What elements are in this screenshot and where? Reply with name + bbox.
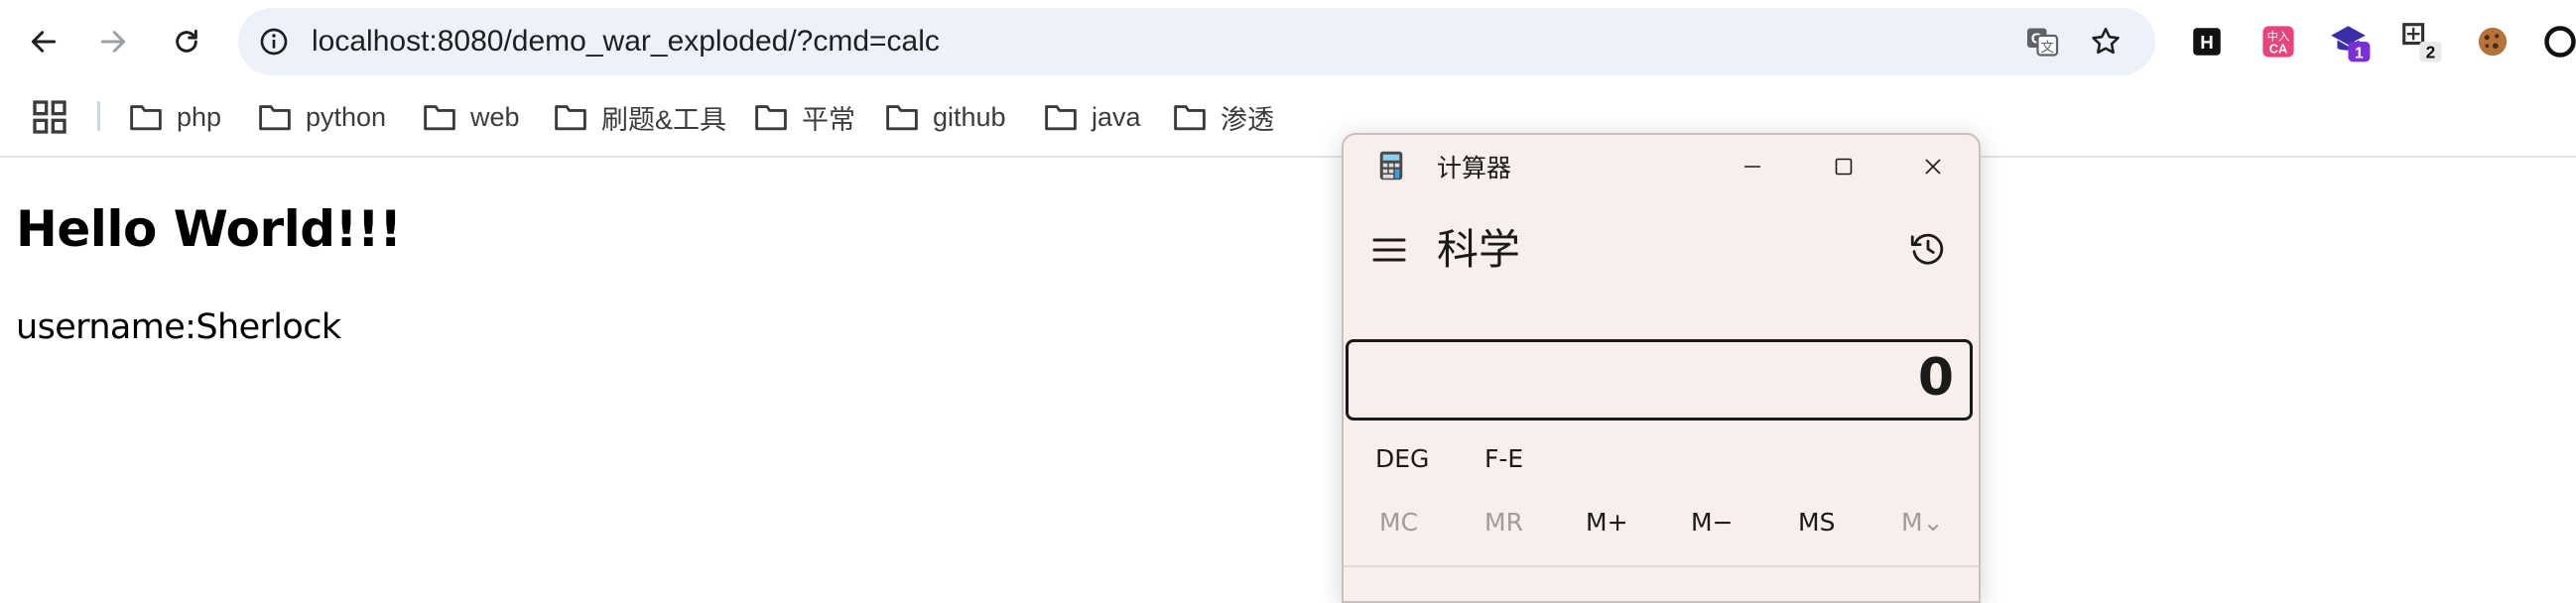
deg-button[interactable]: DEG	[1375, 434, 1429, 484]
apps-grid-icon[interactable]	[30, 97, 69, 137]
forward-button[interactable]	[85, 14, 141, 69]
site-info-icon[interactable]	[252, 20, 296, 63]
forward-arrow-icon	[100, 31, 126, 53]
folder-icon	[130, 105, 162, 131]
browser-toolbar: localhost:8080/demo_war_exploded/?cmd=ca…	[0, 0, 2576, 83]
puzzle-icon[interactable]: 2	[2397, 18, 2445, 65]
h-icon[interactable]: H	[2183, 18, 2231, 65]
url-text[interactable]: localhost:8080/demo_war_exploded/?cmd=ca…	[312, 8, 940, 75]
bookmark-label: 渗透	[1221, 104, 1274, 135]
bookmark-label: 平常	[802, 104, 855, 135]
bookmark-label: python	[306, 101, 387, 132]
translate-ca-icon[interactable]: 中入 CA	[2254, 18, 2302, 65]
reload-button[interactable]	[159, 14, 214, 69]
close-button[interactable]	[1887, 135, 1979, 198]
fe-button[interactable]: F-E	[1484, 434, 1523, 484]
memory-store-button[interactable]: MS	[1798, 498, 1835, 547]
bookmark-folder-web[interactable]: web	[423, 89, 520, 145]
calculator-display: 0	[1346, 339, 1973, 421]
bookmark-label: java	[1092, 101, 1141, 132]
calculator-title: 计算器	[1437, 154, 1512, 182]
svg-text:2: 2	[2426, 43, 2436, 62]
calculator-window[interactable]: 计算器 科学 0 DEG F-E MC MR M+ M− MS M⌄	[1342, 133, 1981, 603]
maximize-icon	[1835, 158, 1853, 176]
folder-icon	[259, 105, 291, 131]
profile-avatar-icon[interactable]	[2536, 18, 2576, 65]
bookmark-label: web	[470, 101, 520, 132]
hamburger-menu-icon[interactable]	[1369, 230, 1409, 270]
address-bar[interactable]: localhost:8080/demo_war_exploded/?cmd=ca…	[238, 8, 2155, 75]
toolbar-divider	[0, 156, 2576, 158]
memory-add-button[interactable]: M+	[1586, 498, 1628, 547]
bookmarks-separator	[97, 101, 100, 131]
folder-icon	[1045, 105, 1077, 131]
back-arrow-icon	[31, 31, 57, 53]
bookmark-label: github	[933, 101, 1006, 132]
close-icon	[1925, 159, 1941, 175]
bookmark-folder-daily[interactable]: 平常	[754, 89, 855, 145]
memory-subtract-button[interactable]: M−	[1691, 498, 1734, 547]
minimize-button[interactable]	[1707, 135, 1798, 198]
translate-icon[interactable]: G文	[2020, 20, 2064, 63]
username-text: username:Sherlock	[16, 307, 341, 347]
svg-text:1: 1	[2355, 46, 2364, 62]
folder-icon	[886, 105, 918, 131]
svg-text:CA: CA	[2269, 41, 2287, 56]
svg-text:文: 文	[2041, 40, 2055, 56]
folder-icon	[1174, 105, 1206, 131]
reload-icon	[176, 29, 197, 53]
display-value: 0	[1917, 348, 1954, 408]
graduation-cap-icon[interactable]: 1	[2326, 18, 2374, 65]
bookmark-folder-python[interactable]: python	[258, 89, 386, 145]
folder-icon	[424, 105, 455, 131]
bookmark-folder-php[interactable]: php	[129, 89, 221, 145]
bookmark-label: php	[177, 101, 222, 132]
bookmark-star-icon[interactable]	[2084, 20, 2127, 63]
memory-clear-button[interactable]: MC	[1379, 498, 1418, 547]
page-heading: Hello World!!!	[16, 200, 402, 258]
angle-row: DEG F-E	[1344, 434, 1979, 484]
calculator-titlebar[interactable]: 计算器	[1344, 135, 1979, 198]
calculator-divider	[1344, 565, 1979, 567]
cookie-icon[interactable]	[2469, 18, 2516, 65]
bookmark-folder-java[interactable]: java	[1044, 89, 1141, 145]
calculator-app-icon	[1379, 151, 1403, 181]
bookmark-folder-tools[interactable]: 刷题&工具	[554, 89, 726, 145]
maximize-button[interactable]	[1798, 135, 1889, 198]
memory-row: MC MR M+ M− MS M⌄	[1344, 498, 1979, 547]
memory-list-button[interactable]: M⌄	[1901, 498, 1944, 547]
minimize-icon	[1744, 166, 1760, 168]
calculator-mode-title: 科学	[1437, 225, 1521, 274]
bookmarks-bar: php python web 刷题&工具 平常 github java 渗透	[0, 89, 2576, 145]
svg-text:H: H	[2200, 32, 2214, 53]
memory-recall-button[interactable]: MR	[1484, 498, 1523, 547]
history-icon[interactable]	[1907, 228, 1949, 270]
folder-icon	[555, 105, 586, 131]
folder-icon	[755, 105, 787, 131]
bookmark-folder-github[interactable]: github	[885, 89, 1006, 145]
back-button[interactable]	[16, 14, 71, 69]
bookmark-label: 刷题&工具	[601, 104, 727, 135]
bookmark-folder-pentest[interactable]: 渗透	[1173, 89, 1274, 145]
